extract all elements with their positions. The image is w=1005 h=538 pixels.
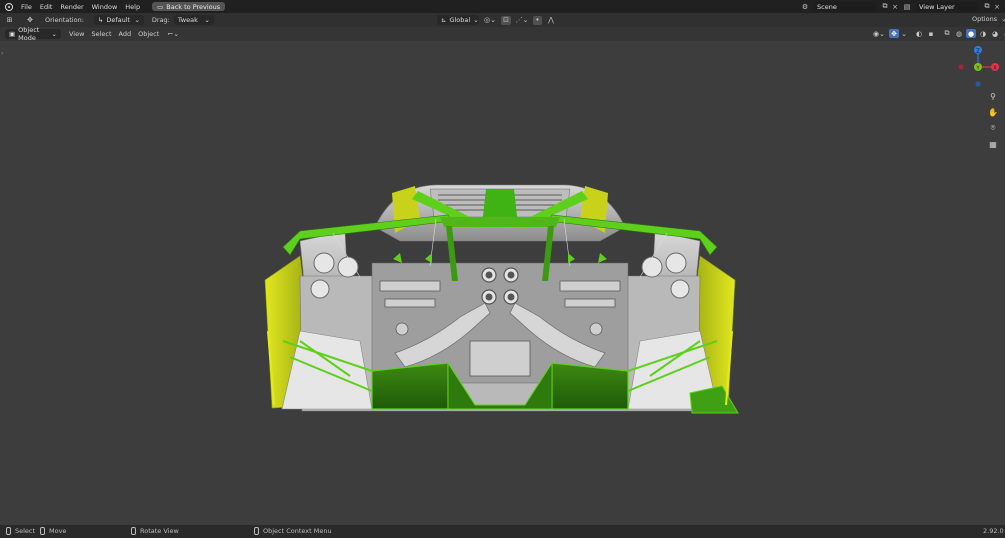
object-menu[interactable]: Object [138,30,159,38]
menu-edit[interactable]: Edit [36,3,57,11]
add-menu[interactable]: Add [119,30,132,38]
version-label: 2.92.0 [983,527,1004,535]
3d-viewport[interactable]: Z Y X ⚲ ✋ ⌾ ▦ › [0,41,1005,525]
mouse-right-icon [254,527,259,535]
rendered-shading-icon[interactable]: ◕ [990,29,1000,38]
scene-icon[interactable]: ⚙ [799,3,811,11]
tool-icon[interactable]: ⊞ [5,16,14,25]
car-upper-body [374,184,626,242]
delete-view-layer-icon[interactable]: × [992,3,1002,11]
xray-icon[interactable]: ⧉ [942,29,952,38]
menu-help[interactable]: Help [121,3,144,11]
overlays-icon[interactable]: ◐ [914,29,924,38]
orientation-icon: ↳ [97,16,104,24]
status-context-menu: Object Context Menu [263,527,332,535]
axis-icon: ⊾ [441,16,447,24]
perspective-grid-icon[interactable]: ▦ [987,138,999,150]
orientation-label: Orientation: [45,16,84,24]
mouse-drag-icon [40,527,45,535]
chevron-down-icon: ⌄ [204,16,210,24]
transform-orientation-dropdown[interactable]: ⊾ Global ⌄ [437,15,479,25]
gizmo-z-label: Z [976,49,980,55]
proportional-editing-icon[interactable]: • [533,15,542,25]
solid-shading-icon[interactable]: ● [966,29,976,38]
chevron-down-icon: ⌄ [134,16,140,24]
gpencil-icon[interactable]: ⌐⌄ [166,30,180,39]
main-menu: File Edit Render Window Help [17,0,144,13]
zoom-icon[interactable]: ⚲ [987,90,999,102]
orientation-dropdown[interactable]: ↳ Default ⌄ [93,15,144,25]
gizmo-neg-x-axis[interactable] [958,64,964,70]
chevron-down-icon: ⌄ [1001,15,1005,23]
snap-target-icon[interactable]: ⋰⌄ [515,16,529,25]
visibility-icon[interactable]: ◉⌄ [871,29,887,38]
view-layer-name: View Layer [919,2,955,11]
new-scene-icon[interactable]: ⧉ [880,2,890,11]
chevron-down-icon[interactable]: ⌄ [901,29,907,38]
back-to-previous-button[interactable]: ▭ Back to Previous [152,2,226,11]
back-to-previous-label: Back to Previous [166,2,221,11]
view-layer-name-field[interactable]: View Layer [916,2,978,11]
gizmo-neg-z-axis[interactable] [975,81,981,87]
pivot-point-icon[interactable]: ◎⌄ [483,16,497,25]
options-button[interactable]: Options [972,15,997,23]
blender-logo-icon[interactable] [5,2,13,11]
chevron-down-icon: ⌄ [473,16,479,24]
scene-selector: ⚙ Scene ⧉ × [799,0,900,13]
mode-dropdown[interactable]: ▣ Object Mode ⌄ [5,26,61,42]
pan-hand-icon[interactable]: ✋ [987,106,999,118]
chevron-down-icon: ⌄ [51,30,57,38]
status-select: Select [15,527,36,535]
select-menu[interactable]: Select [91,30,111,38]
object-mode-icon: ▣ [9,30,16,38]
status-bar: Select Move Rotate View Object Context M… [0,525,1005,538]
mode-value: Object Mode [18,26,40,42]
material-shading-icon[interactable]: ◑ [978,29,988,38]
overlay-options-icon[interactable]: ▪ [926,29,936,38]
engine-bay [371,262,629,384]
camera-view-icon[interactable]: ⌾ [987,122,999,134]
screen-icon: ▭ [157,2,164,11]
tool-settings-header: ⊞ ✥ Orientation: ↳ Default ⌄ Drag: Tweak… [0,13,1005,27]
view-menu[interactable]: View [69,30,84,38]
car-model[interactable]: Z Y X [0,41,1005,525]
transform-orientation-value: Global [449,16,471,24]
scene-name-field[interactable]: Scene [814,2,876,11]
toolbar-expand-icon[interactable]: › [1,50,4,57]
falloff-icon[interactable]: ⋀ [546,16,556,25]
mouse-middle-icon [131,527,136,535]
gizmo-toggle-icon[interactable]: ✥ [889,29,899,38]
new-view-layer-icon[interactable]: ⧉ [982,2,992,11]
orientation-value: Default [106,16,131,24]
move-tool-icon[interactable]: ✥ [24,16,36,25]
wireframe-shading-icon[interactable]: ◍ [954,29,964,38]
snap-icon[interactable]: ⊡ [501,15,511,25]
top-bar: File Edit Render Window Help ▭ Back to P… [0,0,1005,13]
delete-scene-icon[interactable]: × [890,3,900,11]
menu-file[interactable]: File [17,3,36,11]
view-layer-selector: ▤ View Layer ⧉ × [901,0,1002,13]
scene-name: Scene [817,2,837,11]
view-layer-icon[interactable]: ▤ [901,3,913,11]
menu-window[interactable]: Window [88,3,122,11]
drag-value: Tweak [177,16,198,24]
drag-dropdown[interactable]: Tweak ⌄ [173,15,214,25]
gizmo-x-label: X [993,66,997,72]
drag-label: Drag: [151,16,170,24]
status-move: Move [49,527,67,535]
menu-render[interactable]: Render [56,3,87,11]
viewport-header: ▣ Object Mode ⌄ View Select Add Object ⌐… [0,26,1005,42]
mouse-left-icon [6,527,11,535]
status-rotate-view: Rotate View [140,527,179,535]
